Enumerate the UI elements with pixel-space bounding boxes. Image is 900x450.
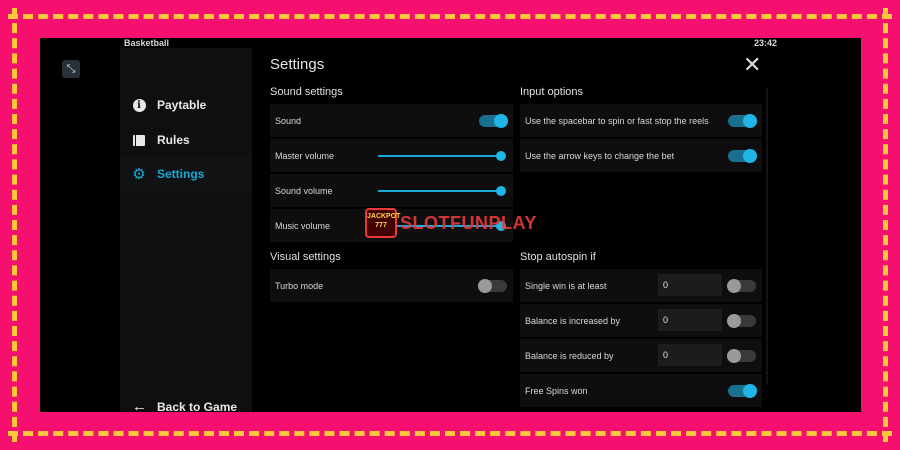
input-options-heading: Input options: [520, 86, 583, 98]
clock: 23:42: [753, 38, 777, 48]
frame-border-left: [12, 8, 17, 442]
minimize-icon[interactable]: ⤡: [62, 60, 80, 78]
sidebar-item-label: Rules: [157, 133, 190, 147]
free-spins-label: Free Spins won: [525, 385, 588, 396]
frame-border-right: [883, 8, 888, 442]
book-icon: [132, 133, 146, 147]
game-title: Basketball: [124, 38, 170, 48]
page-title: Settings: [270, 56, 325, 73]
single-win-toggle[interactable]: [727, 279, 756, 293]
sidebar: i Paytable Rules ⚙ Settings ← Back to Ga…: [120, 48, 252, 412]
balance-reduced-label: Balance is reduced by: [525, 350, 614, 361]
arrow-keys-row: Use the arrow keys to change the bet: [520, 139, 762, 172]
turbo-mode-row: Turbo mode: [270, 269, 513, 302]
sound-volume-slider[interactable]: [378, 186, 506, 196]
scrollbar[interactable]: [766, 88, 768, 384]
sidebar-item-settings[interactable]: ⚙ Settings: [120, 157, 252, 191]
sound-row: Sound: [270, 104, 513, 137]
spacebar-label: Use the spacebar to spin or fast stop th…: [525, 115, 709, 126]
back-label: Back to Game: [157, 399, 238, 413]
music-volume-label: Music volume: [275, 220, 331, 231]
gear-icon: ⚙: [132, 165, 146, 183]
master-volume-slider[interactable]: [378, 151, 506, 161]
frame-border-bottom: [8, 431, 892, 436]
sidebar-item-label: Settings: [157, 167, 205, 181]
back-to-game-button[interactable]: ← Back to Game: [132, 398, 237, 412]
sound-settings-heading: Sound settings: [270, 86, 343, 98]
stop-autospin-heading: Stop autospin if: [520, 251, 596, 263]
sound-volume-row: Sound volume: [270, 174, 513, 207]
single-win-input[interactable]: 0: [658, 274, 722, 296]
sound-toggle[interactable]: [479, 114, 508, 128]
arrow-keys-label: Use the arrow keys to change the bet: [525, 150, 675, 161]
spacebar-row: Use the spacebar to spin or fast stop th…: [520, 104, 762, 137]
sidebar-item-rules[interactable]: Rules: [120, 123, 252, 157]
arrow-keys-toggle[interactable]: [728, 149, 757, 163]
sound-volume-label: Sound volume: [275, 185, 333, 196]
sidebar-item-label: Paytable: [157, 98, 207, 112]
balance-increased-label: Balance is increased by: [525, 315, 621, 326]
turbo-mode-label: Turbo mode: [275, 280, 324, 291]
close-icon[interactable]: ✕: [743, 54, 761, 76]
arrow-left-icon: ←: [132, 398, 147, 412]
frame-border-top: [8, 14, 892, 19]
master-volume-label: Master volume: [275, 150, 335, 161]
free-spins-toggle[interactable]: [728, 384, 757, 398]
balance-reduced-toggle[interactable]: [727, 349, 756, 363]
watermark-text: SLOTFUNPLAY: [400, 212, 537, 233]
balance-reduced-row: Balance is reduced by 0: [520, 339, 762, 372]
balance-increased-input[interactable]: 0: [658, 309, 722, 331]
game-screen: Basketball 23:42 ⤡ i Paytable Rules ⚙ Se…: [40, 38, 861, 412]
sidebar-item-paytable[interactable]: i Paytable: [120, 88, 252, 122]
watermark-logo: JACKPOT 777: [365, 208, 400, 238]
balance-increased-row: Balance is increased by 0: [520, 304, 762, 337]
info-icon: i: [132, 98, 146, 112]
turbo-mode-toggle[interactable]: [478, 279, 507, 293]
free-spins-row: Free Spins won: [520, 374, 762, 407]
single-win-label: Single win is at least: [525, 280, 607, 291]
watermark: JACKPOT 777 SLOTFUNPLAY: [365, 208, 537, 238]
single-win-row: Single win is at least 0: [520, 269, 762, 302]
spacebar-toggle[interactable]: [728, 114, 757, 128]
visual-settings-heading: Visual settings: [270, 251, 341, 263]
balance-increased-toggle[interactable]: [727, 314, 756, 328]
master-volume-row: Master volume: [270, 139, 513, 172]
balance-reduced-input[interactable]: 0: [658, 344, 722, 366]
sound-label: Sound: [275, 115, 302, 126]
